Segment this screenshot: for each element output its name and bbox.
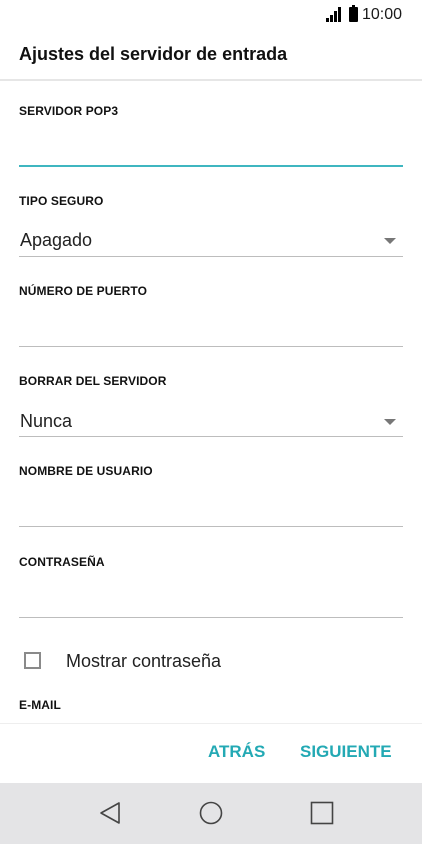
recents-square-icon: [310, 801, 334, 825]
password-underline: [19, 617, 403, 618]
home-circle-icon: [199, 801, 223, 825]
password-label: CONTRASEÑA: [19, 555, 105, 569]
page-title: Ajustes del servidor de entrada: [19, 44, 288, 64]
username-label: NOMBRE DE USUARIO: [19, 464, 153, 478]
back-button[interactable]: ATRÁS: [208, 742, 265, 762]
screen: 10:00 Ajustes del servidor de entrada SE…: [0, 0, 422, 844]
battery-icon: [349, 5, 358, 22]
username-underline: [19, 526, 403, 527]
navigation-bar: [0, 783, 422, 844]
port-number-label: NÚMERO DE PUERTO: [19, 284, 148, 298]
nav-recents-button[interactable]: [292, 783, 352, 844]
delete-from-server-select[interactable]: [19, 404, 403, 438]
back-triangle-icon: [100, 802, 120, 824]
pop3-server-input[interactable]: [19, 132, 403, 166]
port-number-underline: [19, 346, 403, 347]
security-type-label: TIPO SEGURO: [19, 194, 104, 208]
show-password-label[interactable]: Mostrar contraseña: [66, 651, 221, 672]
next-button[interactable]: SIGUIENTE: [300, 742, 392, 762]
delete-from-server-value: Nunca: [20, 411, 73, 431]
pop3-server-underline: [19, 165, 403, 167]
nav-home-button[interactable]: [181, 783, 241, 844]
delete-from-server-label: BORRAR DEL SERVIDOR: [19, 374, 167, 388]
show-password-checkbox[interactable]: [24, 652, 41, 669]
email-label: E-MAIL: [19, 698, 61, 712]
nav-back-button[interactable]: [81, 783, 141, 844]
action-bar-divider: [0, 723, 422, 724]
title-divider: [0, 79, 422, 81]
pop3-server-label: SERVIDOR POP3: [19, 104, 119, 118]
security-type-underline: [19, 256, 403, 257]
delete-from-server-underline: [19, 436, 403, 437]
password-input[interactable]: [19, 583, 403, 617]
chevron-down-icon: [384, 419, 396, 425]
status-bar: 10:00: [0, 0, 422, 30]
status-time: 10:00: [362, 6, 403, 23]
signal-icon: [326, 7, 342, 22]
port-number-input[interactable]: [19, 312, 403, 346]
chevron-down-icon: [384, 238, 396, 244]
security-type-value: Apagado: [20, 230, 93, 250]
username-input[interactable]: [19, 492, 403, 526]
